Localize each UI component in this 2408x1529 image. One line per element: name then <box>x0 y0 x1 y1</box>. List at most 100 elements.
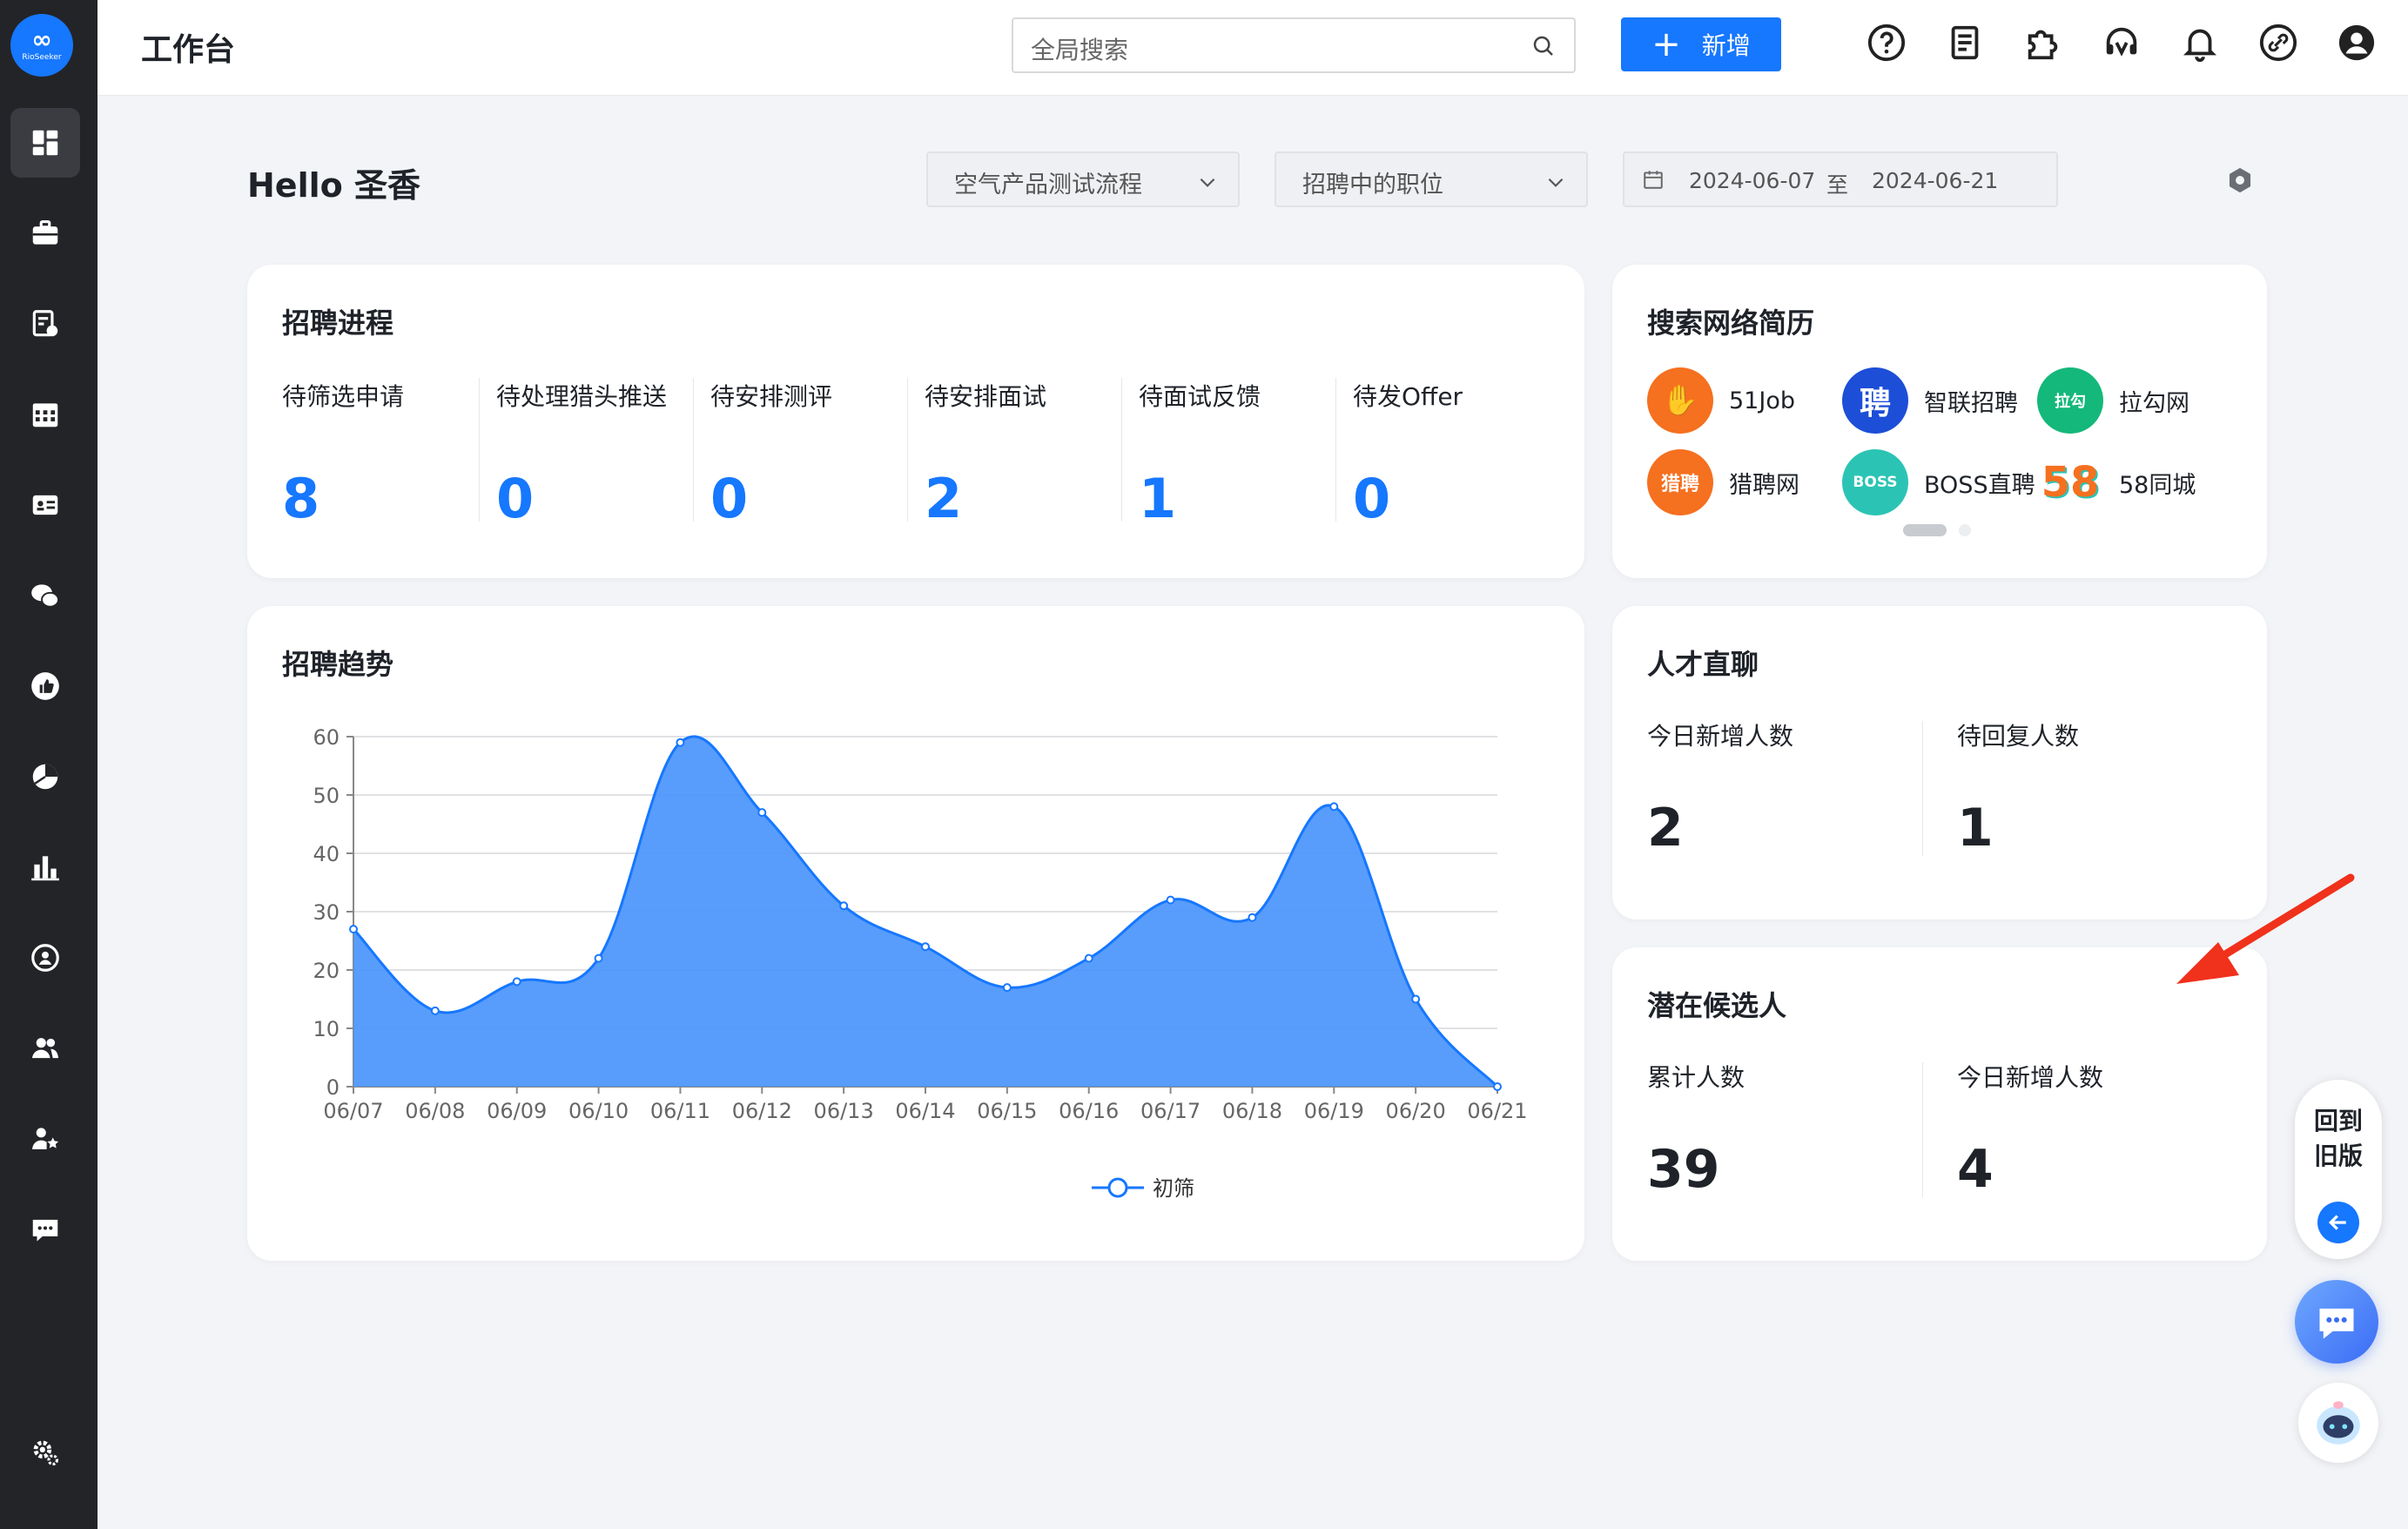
source-name: BOSS直聘 <box>1924 471 2035 499</box>
card-title: 潜在候选人 <box>1647 989 1787 1022</box>
source-name: 58同城 <box>2119 471 2196 499</box>
date-start[interactable]: 2024-06-07 <box>1689 168 1815 193</box>
stat-label: 待安排面试 <box>925 382 1047 411</box>
message-icon <box>32 1219 58 1242</box>
metric-label: 今日新增人数 <box>1647 722 1794 751</box>
chat-assistant-button[interactable] <box>2295 1280 2378 1364</box>
global-search[interactable]: 全局搜索 <box>1012 17 1576 73</box>
back-to-old-version[interactable]: 回到旧版 <box>2295 1080 2382 1259</box>
divider <box>1922 1062 1923 1197</box>
settings-hex-icon[interactable] <box>2225 165 2255 195</box>
stat-value[interactable]: 0 <box>1353 467 1463 530</box>
carousel-dot-active[interactable] <box>1903 524 1947 536</box>
ai-robot-button[interactable] <box>2298 1383 2378 1463</box>
source-liepin[interactable]: 猎聘 猎聘网 <box>1647 449 1799 515</box>
metric-value[interactable]: 1 <box>1957 798 2079 859</box>
link-icon[interactable] <box>2258 23 2298 63</box>
user-avatar-icon[interactable] <box>2337 23 2377 63</box>
help-icon[interactable] <box>1867 23 1907 63</box>
stat-value[interactable]: 1 <box>1139 467 1261 530</box>
stat-value[interactable]: 8 <box>282 467 404 530</box>
stat-pending-interview[interactable]: 待安排面试 2 <box>925 378 1047 530</box>
date-end[interactable]: 2024-06-21 <box>1872 168 1998 193</box>
process-select[interactable]: 空气产品测试流程 <box>926 152 1240 207</box>
sidebar-item-settings[interactable] <box>10 1418 80 1487</box>
divider <box>1121 378 1122 522</box>
sidebar-item-reports[interactable] <box>10 832 80 902</box>
gear-icon <box>33 1440 59 1466</box>
sidebar-item-analytics[interactable] <box>10 742 80 812</box>
divider <box>479 378 480 522</box>
search-icon[interactable] <box>1530 33 1557 59</box>
talent-icon <box>31 944 59 972</box>
source-58[interactable]: 58 58同城 <box>2037 449 2196 515</box>
old-version-label: 回到旧版 <box>2295 1104 2382 1174</box>
bell-icon[interactable] <box>2180 23 2220 63</box>
metric-new-today[interactable]: 今日新增人数 2 <box>1647 717 1793 859</box>
source-zhilian[interactable]: 聘 智联招聘 <box>1842 367 2018 434</box>
puzzle-icon[interactable] <box>2023 23 2063 63</box>
metric-total[interactable]: 累计人数 39 <box>1647 1059 1745 1200</box>
sidebar-item-dashboard[interactable] <box>10 108 80 178</box>
trend-chart: 0 10 20 30 40 50 60 06/07 06/08 06/09 06/10 06/11 06… <box>313 725 1527 1201</box>
sidebar-item-resumes[interactable] <box>10 289 80 359</box>
chevron-down-icon <box>1548 178 1564 187</box>
divider <box>1922 721 1923 856</box>
sidebar-item-users[interactable] <box>10 1014 80 1083</box>
source-lagou[interactable]: 拉勾 拉勾网 <box>2037 367 2189 434</box>
zhilian-logo-icon: 聘 <box>1842 367 1908 434</box>
position-select-value: 招聘中的职位 <box>1302 172 1443 199</box>
data-point <box>1166 895 1175 905</box>
stat-pending-headhunter[interactable]: 待处理猎头推送 0 <box>496 378 668 530</box>
x-tick-label: 06/16 <box>1059 1099 1119 1123</box>
source-51job[interactable]: ✋ 51Job <box>1647 367 1795 434</box>
recruit-process-card: 招聘进程 待筛选申请 8 待处理猎头推送 0 待安排测评 0 待安排面试 2 待… <box>247 265 1584 578</box>
metric-value[interactable]: 39 <box>1647 1139 1745 1200</box>
stat-pending-offer[interactable]: 待发Offer 0 <box>1353 378 1463 530</box>
stat-value[interactable]: 2 <box>925 467 1046 530</box>
x-tick-label: 06/15 <box>977 1099 1037 1123</box>
sidebar-item-messages[interactable] <box>10 1195 80 1264</box>
y-tick-label: 0 <box>326 1075 340 1100</box>
sidebar-item-calendar[interactable] <box>10 380 80 449</box>
source-name: 51Job <box>1729 387 1795 414</box>
stat-value[interactable]: 0 <box>710 467 832 530</box>
sidebar-item-cards[interactable] <box>10 470 80 540</box>
date-range-picker[interactable]: 2024-06-07 至 2024-06-21 <box>1623 152 2058 207</box>
metric-pending-reply[interactable]: 待回复人数 1 <box>1957 717 2079 859</box>
sidebar-item-jobs[interactable] <box>10 199 80 268</box>
stat-label: 待处理猎头推送 <box>496 382 668 411</box>
y-tick-label: 10 <box>313 1017 340 1041</box>
metric-value[interactable]: 2 <box>1647 798 1793 859</box>
metric-value[interactable]: 4 <box>1957 1139 2103 1200</box>
headset-icon[interactable] <box>2102 23 2142 63</box>
stat-pending-feedback[interactable]: 待面试反馈 1 <box>1139 378 1261 530</box>
stat-pending-screen[interactable]: 待筛选申请 8 <box>282 378 404 530</box>
stat-value[interactable]: 0 <box>496 467 667 530</box>
source-name: 拉勾网 <box>2119 389 2189 417</box>
plus-icon: + <box>1651 24 1681 64</box>
recruit-trend-card: 招聘趋势 0 10 20 30 40 50 60 06/07 06/08 06/09 06/10 06… <box>247 606 1584 1261</box>
sidebar-item-likes[interactable] <box>10 651 80 721</box>
carousel-dot[interactable] <box>1959 524 1971 536</box>
x-tick-label: 06/07 <box>323 1099 383 1123</box>
data-point <box>839 901 849 911</box>
top-header: 工作台 全局搜索 + 新增 <box>98 0 2408 96</box>
stat-pending-assessment[interactable]: 待安排测评 0 <box>710 378 833 530</box>
document-icon[interactable] <box>1945 23 1985 63</box>
users-icon <box>31 1038 59 1059</box>
x-tick-label: 06/17 <box>1140 1099 1201 1123</box>
search-input[interactable]: 全局搜索 <box>1031 31 1128 66</box>
data-point <box>1002 983 1012 993</box>
sidebar-item-members[interactable] <box>10 1104 80 1174</box>
app-logo[interactable]: ∞ RioSeeker <box>10 14 73 77</box>
stat-label: 待安排测评 <box>710 382 833 411</box>
data-point <box>594 953 603 963</box>
source-boss[interactable]: BOSS BOSS直聘 <box>1842 449 2035 515</box>
x-tick-label: 06/19 <box>1304 1099 1364 1123</box>
metric-new-today[interactable]: 今日新增人数 4 <box>1957 1059 2103 1200</box>
add-button[interactable]: + 新增 <box>1621 17 1781 71</box>
position-select[interactable]: 招聘中的职位 <box>1275 152 1588 207</box>
sidebar-item-wechat[interactable] <box>10 561 80 630</box>
sidebar-item-talent[interactable] <box>10 923 80 993</box>
